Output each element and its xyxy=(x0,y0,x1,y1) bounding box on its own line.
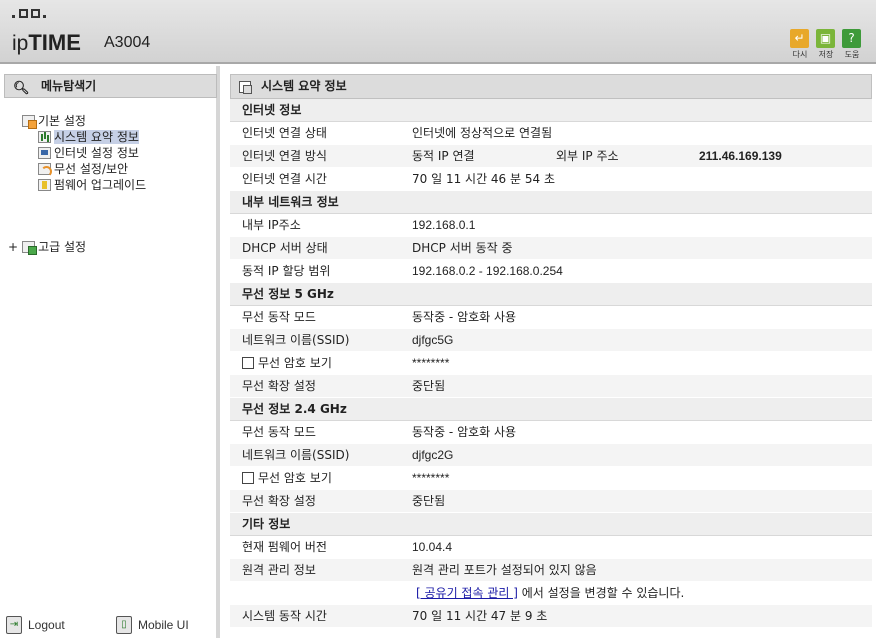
network-icon xyxy=(38,147,51,159)
tree-advanced-settings[interactable]: + 고급 설정 xyxy=(8,240,86,255)
sidebar-title: 메뉴탐색기 xyxy=(41,79,97,93)
folder-icon xyxy=(22,241,38,255)
mobile-ui-button[interactable]: ▯ Mobile UI xyxy=(116,616,189,634)
tree-item-wireless[interactable]: 무선 설정/보안 xyxy=(38,162,128,177)
logout-label: Logout xyxy=(28,618,65,632)
table-row: 동적 IP 할당 범위 192.168.0.2 - 192.168.0.254 xyxy=(230,260,872,283)
table-row: 무선 동작 모드 동작중 - 암호화 사용 xyxy=(230,421,872,444)
table-row: 인터넷 연결 상태 인터넷에 정상적으로 연결됨 xyxy=(230,122,872,145)
table-row: 시스템 동작 시간 70 일 11 시간 47 분 9 초 xyxy=(230,605,872,628)
wireless-icon xyxy=(38,163,52,177)
section-title: 내부 네트워크 정보 xyxy=(230,191,872,214)
toolbar: ↵ 다시 ▣ 저장 ? 도움 xyxy=(790,29,862,60)
model-name: A3004 xyxy=(104,34,151,51)
logout-icon: ⇥ xyxy=(6,616,22,634)
section-title: 무선 정보 2.4 GHz xyxy=(230,398,872,421)
show-password-checkbox[interactable] xyxy=(242,357,254,369)
table-row: 인터넷 연결 시간 70 일 11 시간 46 분 54 초 xyxy=(230,168,872,191)
help-button[interactable]: ? 도움 xyxy=(842,29,862,60)
table-row: 무선 암호 보기 ******** xyxy=(230,467,872,490)
table-row: 무선 암호 보기 ******** xyxy=(230,352,872,375)
section-title: 기타 정보 xyxy=(230,513,872,536)
table-row: 무선 동작 모드 동작중 - 암호화 사용 xyxy=(230,306,872,329)
tree-item-label: 무선 설정/보안 xyxy=(54,162,129,176)
table-row: 인터넷 연결 방식 동적 IP 연결 외부 IP 주소 211.46.169.1… xyxy=(230,145,872,168)
tree-item-label: 펌웨어 업그레이드 xyxy=(54,178,147,192)
sidebar: 🔍︎ 메뉴탐색기 기본 설정 시스템 요약 정보 인터넷 설정 정보 무선 설정… xyxy=(0,66,220,638)
help-icon: ? xyxy=(842,29,861,48)
folder-icon xyxy=(22,115,37,129)
save-label: 저장 xyxy=(818,50,834,59)
tree-item-label: 시스템 요약 정보 xyxy=(54,130,139,144)
help-label: 도움 xyxy=(844,50,860,59)
save-button[interactable]: ▣ 저장 xyxy=(816,29,836,60)
table-row: 무선 확장 설정 중단됨 xyxy=(230,375,872,398)
page-title: 시스템 요약 정보 xyxy=(261,79,347,93)
summary-table: 인터넷 정보 인터넷 연결 상태 인터넷에 정상적으로 연결됨 인터넷 연결 방… xyxy=(230,99,872,628)
sidebar-header: 🔍︎ 메뉴탐색기 xyxy=(4,74,217,98)
logout-button[interactable]: ⇥ Logout xyxy=(6,616,65,634)
logo-mark xyxy=(12,9,47,18)
reload-label: 다시 xyxy=(792,50,808,59)
brand-logo: ipTIME xyxy=(12,30,81,55)
section-title: 인터넷 정보 xyxy=(230,99,872,122)
sidebar-footer: ⇥ Logout ▯ Mobile UI xyxy=(0,614,216,638)
tree-item-system-summary[interactable]: 시스템 요약 정보 xyxy=(38,130,139,145)
save-icon: ▣ xyxy=(816,29,835,48)
window-icon xyxy=(239,81,252,94)
mobile-label: Mobile UI xyxy=(138,618,189,632)
table-row: 내부 IP주소 192.168.0.1 xyxy=(230,214,872,237)
header: ipTIME A3004 ↵ 다시 ▣ 저장 ? 도움 xyxy=(0,0,876,64)
table-row: 무선 확장 설정 중단됨 xyxy=(230,490,872,513)
content-panel: 시스템 요약 정보 인터넷 정보 인터넷 연결 상태 인터넷에 정상적으로 연결… xyxy=(230,74,872,638)
magnifier-icon: 🔍︎ xyxy=(13,81,30,96)
tree-item-label: 인터넷 설정 정보 xyxy=(54,146,139,160)
table-row: 네트워크 이름(SSID) djfgc5G xyxy=(230,329,872,352)
section-title: 무선 정보 5 GHz xyxy=(230,283,872,306)
table-row: 현재 펌웨어 버전 10.04.4 xyxy=(230,536,872,559)
show-password-checkbox[interactable] xyxy=(242,472,254,484)
table-row: 원격 관리 정보 원격 관리 포트가 설정되어 있지 않음 xyxy=(230,559,872,582)
expand-plus-icon: + xyxy=(8,240,19,254)
tree-basic-settings[interactable]: 기본 설정 xyxy=(22,114,86,129)
tree-item-internet[interactable]: 인터넷 설정 정보 xyxy=(38,146,139,161)
mobile-icon: ▯ xyxy=(116,616,132,634)
reload-button[interactable]: ↵ 다시 xyxy=(790,29,810,60)
reload-icon: ↵ xyxy=(790,29,809,48)
chart-icon xyxy=(38,131,51,143)
remote-access-link[interactable]: [ 공유기 접속 관리 ] xyxy=(416,586,518,600)
content-header: 시스템 요약 정보 xyxy=(230,74,872,99)
tree-item-firmware[interactable]: 펌웨어 업그레이드 xyxy=(38,178,146,193)
table-row: DHCP 서버 상태 DHCP 서버 동작 중 xyxy=(230,237,872,260)
table-row: 네트워크 이름(SSID) djfgc2G xyxy=(230,444,872,467)
firmware-icon xyxy=(38,179,51,191)
table-row: [ 공유기 접속 관리 ] 에서 설정을 변경할 수 있습니다. xyxy=(230,582,872,605)
